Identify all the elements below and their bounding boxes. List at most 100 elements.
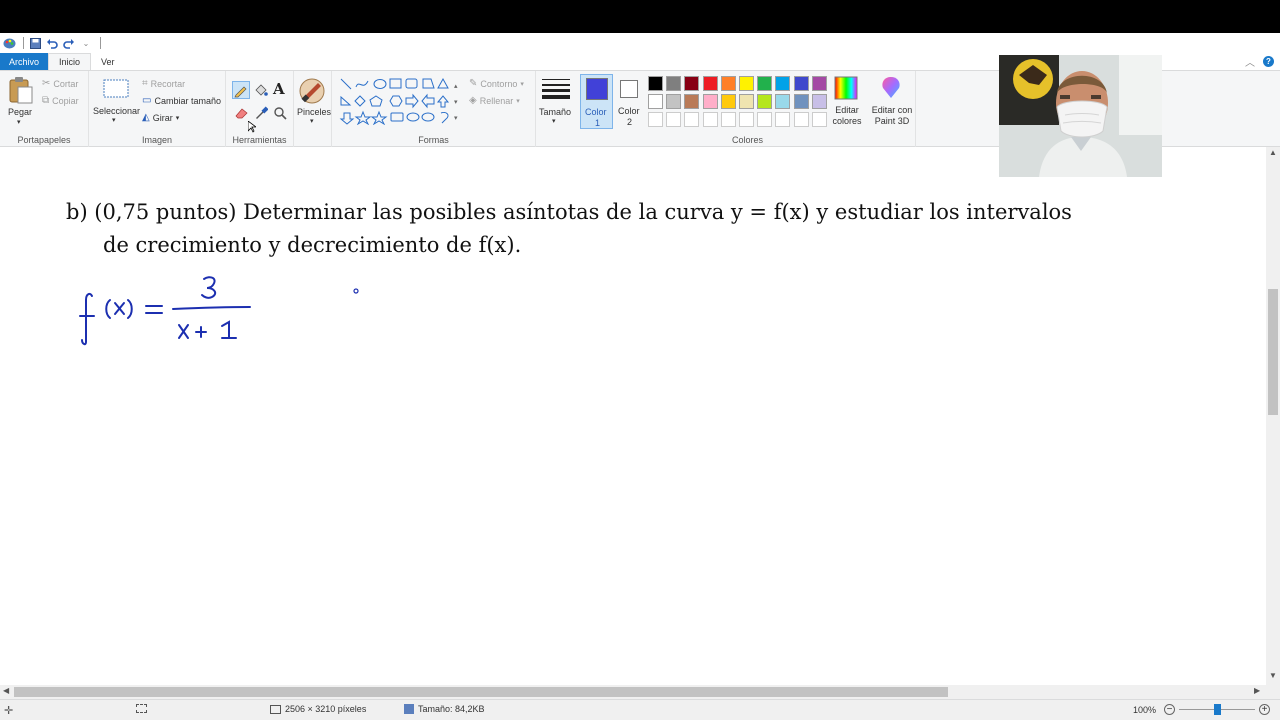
file-size: Tamaño: 84,2KB: [404, 704, 485, 714]
color2-number: 2: [627, 117, 633, 127]
copy-icon: ⧉: [42, 95, 50, 106]
color-swatch[interactable]: [739, 94, 754, 109]
resize-label: Cambiar tamaño: [154, 95, 221, 106]
color1-button[interactable]: Color 1: [580, 74, 613, 129]
color-swatch[interactable]: [739, 76, 754, 91]
color-swatch[interactable]: [648, 76, 663, 91]
group-label-image: Imagen: [141, 135, 173, 145]
custom-color-slot[interactable]: [648, 112, 663, 127]
color-swatch[interactable]: [720, 76, 736, 91]
zoom-out-icon[interactable]: −: [1164, 704, 1176, 715]
select-label: Seleccionar: [93, 106, 141, 116]
horizontal-scroll-thumb[interactable]: [14, 687, 948, 697]
cut-button[interactable]: ✂ Cortar: [42, 78, 78, 89]
color-swatch[interactable]: [702, 94, 718, 109]
color-swatch[interactable]: [648, 94, 663, 109]
paint3d-icon: [882, 77, 900, 98]
zoom-slider-thumb[interactable]: [1213, 704, 1221, 715]
fill-label: Rellenar: [479, 95, 514, 106]
horizontal-scrollbar[interactable]: ◀ ▶: [0, 685, 1266, 699]
crop-button[interactable]: ⌗ Recortar: [142, 78, 185, 89]
line-size-icon: [542, 79, 570, 99]
vertical-scroll-thumb[interactable]: [1268, 289, 1278, 415]
pencil-tool[interactable]: [232, 81, 250, 99]
color-swatch[interactable]: [757, 94, 773, 109]
fill-button[interactable]: ◈ Rellenar ▾: [469, 95, 520, 106]
resize-button[interactable]: ▭ Cambiar tamaño: [142, 95, 221, 106]
scroll-up-icon[interactable]: ▲: [1269, 148, 1277, 157]
group-shapes: ▴ ▾ ▾ ✎ Contorno ▾ ◈ Rellenar ▾ Formas: [332, 71, 536, 147]
color-swatch[interactable]: [666, 94, 682, 109]
resize-icon: ▭: [142, 95, 152, 106]
custom-color-slot[interactable]: [739, 112, 754, 127]
shapes-gallery-icon[interactable]: [338, 77, 456, 125]
vertical-scrollbar[interactable]: ▲ ▼: [1266, 147, 1280, 685]
paste-button[interactable]: Pegar ▾: [6, 76, 36, 128]
paste-label: Pegar: [8, 107, 33, 117]
handwritten-function: [76, 270, 376, 350]
color-swatch[interactable]: [757, 76, 773, 91]
outline-button[interactable]: ✎ Contorno ▾: [469, 78, 524, 89]
zoom-slider[interactable]: [1179, 704, 1256, 715]
file-size-text: Tamaño: 84,2KB: [418, 704, 485, 714]
shapes-scroll-icon[interactable]: ▴ ▾ ▾: [454, 79, 458, 127]
custom-color-slot[interactable]: [666, 112, 682, 127]
undo-icon[interactable]: [45, 36, 59, 50]
tab-view[interactable]: Ver: [91, 53, 125, 70]
custom-color-slot[interactable]: [720, 112, 736, 127]
help-icon[interactable]: ?: [1263, 56, 1274, 67]
pencil-icon: [234, 86, 247, 98]
edit-paint3d-button[interactable]: Editar con Paint 3D: [866, 76, 916, 134]
edit-colors-button[interactable]: Editar colores: [824, 76, 868, 131]
color2-button[interactable]: Color 2: [614, 74, 646, 129]
copy-button[interactable]: ⧉ Copiar: [42, 95, 79, 106]
text-icon: A: [273, 80, 285, 98]
fill-tool[interactable]: [253, 82, 269, 100]
top-black-bar: [0, 0, 1280, 27]
color-swatch[interactable]: [684, 94, 700, 109]
dimensions-icon: [270, 704, 281, 714]
scroll-left-icon[interactable]: ◀: [3, 686, 9, 695]
text-tool[interactable]: A: [273, 80, 285, 98]
rotate-button[interactable]: ◭ Girar ▾: [142, 112, 179, 123]
chevron-down-icon: ▾: [175, 114, 180, 122]
fill-icon: [255, 84, 268, 96]
color-swatch[interactable]: [775, 94, 791, 109]
color-swatch[interactable]: [793, 94, 809, 109]
crop-icon: ⌗: [142, 78, 148, 89]
group-label-tools: Herramientas: [232, 135, 287, 145]
tab-home[interactable]: Inicio: [48, 53, 92, 70]
custom-color-slot[interactable]: [702, 112, 718, 127]
group-label-colors: Colores: [731, 135, 763, 145]
color-swatch[interactable]: [666, 76, 682, 91]
brushes-label: Pinceles: [297, 107, 332, 117]
chevron-down-icon: ▾: [112, 117, 116, 124]
color-swatch[interactable]: [793, 76, 809, 91]
select-button[interactable]: Seleccionar ▾: [92, 77, 141, 127]
scroll-right-icon[interactable]: ▶: [1254, 686, 1260, 695]
redo-icon[interactable]: [62, 36, 76, 50]
custom-color-slot[interactable]: [793, 112, 809, 127]
group-brushes[interactable]: Pinceles ▾: [294, 71, 332, 147]
magnifier-tool[interactable]: [273, 106, 287, 122]
scroll-down-icon[interactable]: ▼: [1269, 671, 1277, 680]
custom-color-slot[interactable]: [757, 112, 773, 127]
group-size[interactable]: Tamaño ▾: [536, 71, 578, 147]
color-swatch[interactable]: [720, 94, 736, 109]
select-icon: [103, 79, 129, 98]
tab-file[interactable]: Archivo: [0, 53, 49, 70]
collapse-ribbon-icon[interactable]: ︿: [1245, 54, 1255, 69]
color-swatch[interactable]: [702, 76, 718, 91]
customize-quick-access-icon[interactable]: ⌄: [79, 36, 93, 50]
eraser-tool[interactable]: [234, 106, 250, 122]
scissors-icon: ✂: [42, 78, 51, 89]
save-icon[interactable]: [28, 36, 42, 50]
zoom-in-icon[interactable]: +: [1259, 704, 1271, 715]
ribbon-controls: ︿ ?: [1245, 53, 1280, 70]
custom-color-slot[interactable]: [775, 112, 791, 127]
color-picker-tool[interactable]: [254, 106, 269, 122]
color-swatch[interactable]: [775, 76, 791, 91]
custom-color-slot[interactable]: [684, 112, 700, 127]
color-swatch[interactable]: [684, 76, 700, 91]
paint-app-icon[interactable]: [2, 36, 16, 50]
